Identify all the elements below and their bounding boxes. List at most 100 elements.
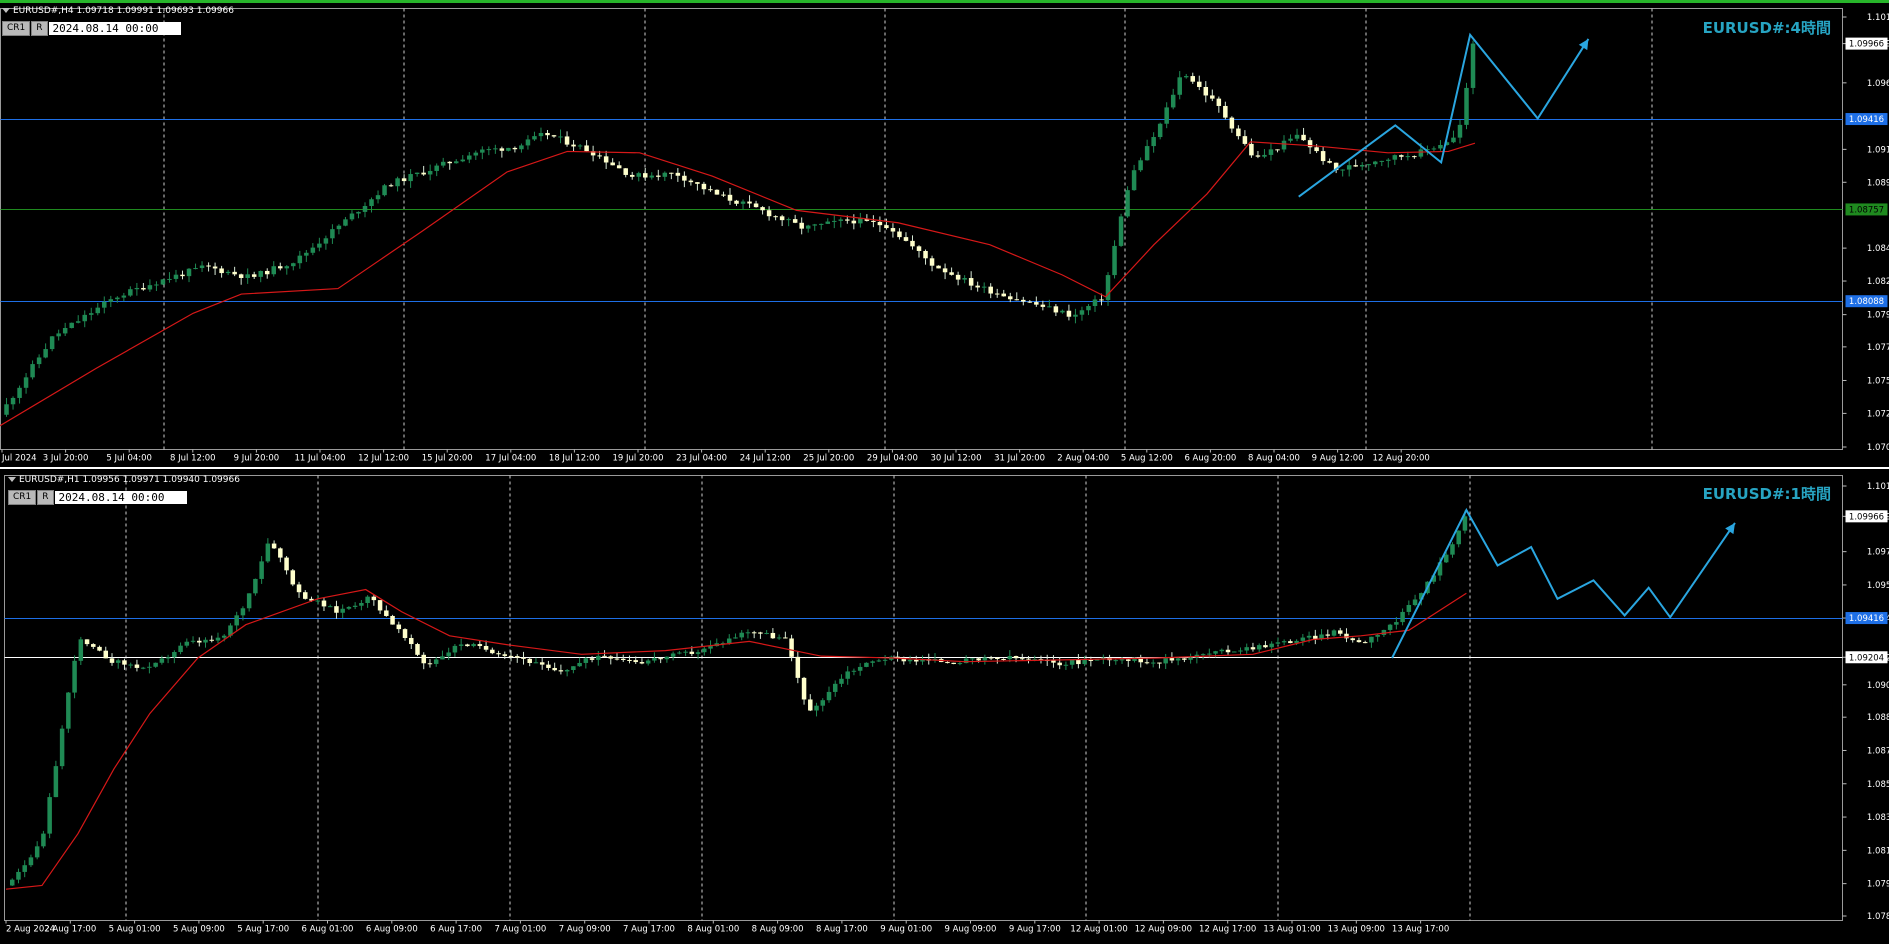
time-axis-label: 31 Jul 20:00: [994, 454, 1045, 464]
candle-body: [1144, 662, 1150, 664]
candle-body: [246, 593, 252, 609]
time-axis-label: 23 Jul 04:00: [676, 454, 727, 464]
candle-body: [221, 635, 227, 638]
candle-body: [1014, 299, 1020, 301]
candle-body: [936, 265, 941, 269]
candle-body: [1464, 87, 1469, 125]
candle-body: [356, 211, 361, 214]
candle-body: [458, 644, 464, 646]
time-axis-label: 30 Jul 12:00: [931, 454, 982, 464]
candle-body: [799, 222, 804, 229]
time-axis-label: 7 Aug 17:00: [623, 925, 675, 935]
level-price-label: 1.08088: [1849, 297, 1884, 307]
candle-body: [414, 172, 420, 175]
candle-body: [923, 250, 928, 259]
candle-body: [1375, 634, 1380, 637]
price-tick-label: 1.08955: [1867, 178, 1889, 188]
candle-body: [1213, 651, 1218, 654]
level-price-label: 1.09416: [1849, 115, 1884, 125]
collapse-triangle-icon[interactable]: [8, 477, 16, 482]
candle-body: [122, 660, 127, 665]
candle-body: [1301, 134, 1306, 141]
time-axis-label: 17 Jul 04:00: [485, 454, 536, 464]
candle-body: [683, 651, 688, 653]
date-field[interactable]: 2024.08.14 00:00: [54, 491, 187, 504]
candle-body: [564, 669, 570, 672]
forecast-zigzag-line: [1391, 507, 1736, 659]
time-axis-label: 5 Aug 09:00: [173, 925, 225, 935]
candle-body: [1118, 216, 1124, 246]
candle-body: [483, 645, 489, 650]
candle-body: [134, 287, 140, 290]
candle-body: [975, 285, 980, 288]
candle-body: [733, 637, 738, 639]
date-field[interactable]: 2024.08.14 00:00: [48, 22, 181, 35]
current-price-label: 1.09966: [1849, 40, 1884, 50]
candle-body: [783, 637, 788, 639]
candle-body: [43, 349, 48, 358]
level-price-label: 1.09416: [1849, 614, 1884, 624]
candle-body: [864, 662, 869, 667]
candle-body: [95, 307, 101, 314]
candle-body: [59, 728, 65, 767]
candle-body: [433, 659, 439, 664]
candle-body: [153, 662, 158, 667]
candle-body: [1366, 164, 1371, 166]
candle-body: [882, 659, 888, 661]
price-tick-label: 1.08700: [1867, 746, 1889, 756]
candle-body: [1223, 105, 1228, 118]
candle-body: [297, 255, 303, 264]
time-axis-label: 12 Aug 09:00: [1135, 925, 1192, 935]
candle-body: [427, 663, 433, 665]
candle-body: [36, 357, 42, 365]
candle-body: [375, 195, 381, 200]
cr1-button[interactable]: CR1: [2, 21, 31, 36]
candle-body: [371, 596, 377, 601]
candle-body: [1369, 636, 1374, 643]
candle-body: [1138, 160, 1143, 171]
candle-body: [596, 655, 601, 660]
candle-body: [1306, 635, 1312, 638]
candle-body: [1057, 662, 1062, 666]
candle-body: [955, 274, 961, 280]
candle-body: [627, 659, 632, 661]
price-tick-label: 1.07510: [1867, 376, 1889, 386]
candle-body: [1069, 659, 1075, 665]
h4-chart-panel[interactable]: 1.10160 1.09966 1.09680 1.09195 1.08955 1.084…: [0, 0, 1889, 467]
candle-body: [870, 661, 875, 663]
candle-body: [427, 170, 433, 175]
candle-body: [963, 658, 969, 664]
time-axis-label: 19 Jul 20:00: [613, 454, 664, 464]
candle-body: [115, 660, 121, 663]
candle-body: [515, 656, 520, 658]
candle-body: [22, 865, 27, 872]
candle-body: [539, 662, 545, 665]
r-button[interactable]: R: [31, 21, 48, 36]
candle-body: [327, 606, 333, 608]
collapse-triangle-icon[interactable]: [2, 8, 10, 13]
time-axis-label: 9 Aug 01:00: [880, 925, 932, 935]
cr1-button[interactable]: CR1: [8, 490, 37, 505]
h4-chart-canvas: 1.10160 1.09966 1.09680 1.09195 1.08955 1.084…: [0, 0, 1889, 464]
candle-body: [310, 247, 316, 253]
candle-body: [773, 216, 778, 218]
price-tick-label: 1.08880: [1867, 713, 1889, 723]
candle-body: [330, 229, 335, 239]
candle-body: [1281, 140, 1287, 150]
r-button[interactable]: R: [37, 490, 54, 505]
time-axis-label: 9 Aug 17:00: [1009, 925, 1061, 935]
time-axis-label: 24 Jul 12:00: [740, 454, 791, 464]
candle-body: [571, 666, 576, 670]
price-tick-label: 1.09055: [1867, 681, 1889, 691]
candle-body: [34, 846, 40, 858]
candle-body: [1099, 299, 1104, 301]
candle-body: [1197, 81, 1202, 87]
candle-body: [291, 263, 296, 267]
h1-chart-panel[interactable]: 1.10130 1.09966 1.09775 1.09595 1.09416 1.092…: [0, 469, 1889, 944]
candle-body: [440, 161, 446, 166]
candle-body: [1294, 134, 1300, 139]
candle-body: [747, 201, 752, 204]
candle-body: [1210, 95, 1215, 99]
candle-body: [1169, 658, 1175, 661]
candle-body: [753, 203, 759, 208]
